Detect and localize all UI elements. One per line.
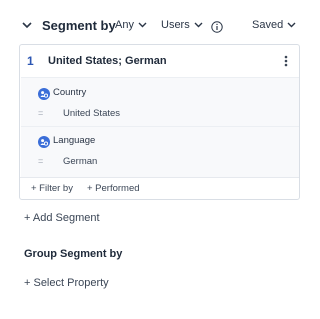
saved-dropdown[interactable]: Saved	[252, 19, 296, 31]
chevron-down-icon	[287, 22, 296, 28]
add-segment-button[interactable]: + Add Segment	[24, 212, 100, 224]
users-dropdown-label: Users	[161, 19, 190, 31]
any-dropdown[interactable]: Any	[115, 19, 147, 31]
info-icon[interactable]	[211, 20, 223, 33]
segment-name[interactable]: United States; German	[48, 55, 167, 67]
filter-value[interactable]: German	[63, 156, 97, 167]
user-property-icon	[38, 87, 50, 100]
collapse-chevron-icon[interactable]	[20, 18, 34, 32]
filter-operator: =	[38, 156, 44, 166]
filter-property-label[interactable]: Country	[53, 87, 86, 98]
any-dropdown-label: Any	[115, 19, 134, 31]
segment-header: Segment by Any Users Saved	[0, 14, 318, 38]
filter-row: Language = German	[21, 127, 299, 178]
segment-card: 1 United States; German Country = United…	[19, 44, 300, 200]
saved-dropdown-label: Saved	[252, 19, 284, 31]
filter-value[interactable]: United States	[63, 108, 120, 119]
filter-row: Country = United States	[21, 78, 299, 126]
chevron-down-icon	[194, 22, 203, 28]
segment-filters: Country = United States Language = Germa…	[21, 77, 299, 177]
performed-button[interactable]: + Performed	[87, 183, 140, 194]
segment-by-title: Segment by	[42, 18, 116, 33]
filter-property-label[interactable]: Language	[53, 135, 95, 146]
segment-card-footer: + Filter by + Performed	[20, 177, 299, 200]
user-property-icon	[38, 135, 50, 148]
segment-card-header: 1 United States; German	[20, 45, 299, 77]
filter-by-button[interactable]: + Filter by	[31, 183, 73, 194]
users-dropdown[interactable]: Users	[161, 19, 203, 31]
select-property-button[interactable]: + Select Property	[24, 277, 109, 289]
group-segment-title: Group Segment by	[24, 248, 123, 260]
chevron-down-icon	[138, 22, 147, 28]
more-options-icon[interactable]	[283, 54, 289, 68]
filter-operator: =	[38, 108, 44, 118]
segment-number: 1	[27, 54, 34, 68]
